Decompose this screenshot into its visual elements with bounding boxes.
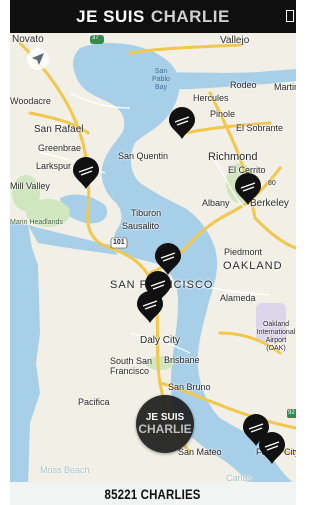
place-label: Martinez — [274, 82, 296, 92]
place-label: San Rafael — [34, 124, 84, 135]
place-label: Rodeo — [230, 80, 257, 90]
place-label: Mill Valley — [10, 181, 50, 191]
place-label: Vallejo — [220, 35, 250, 46]
place-label: Tiburon — [131, 208, 162, 218]
place-label: Richmond — [208, 151, 258, 163]
header-title-part2: CHARLIE — [150, 6, 230, 26]
route-label: 92 — [288, 410, 295, 416]
place-label: San Mateo — [178, 447, 222, 457]
place-label: El Sobrante — [236, 123, 284, 133]
place-label: Foster City — [256, 447, 296, 457]
place-label: San Pablo Bay — [152, 68, 170, 91]
route-label: 80 — [268, 180, 276, 187]
route-label: 101 — [113, 239, 125, 246]
place-label: San Quentin — [118, 151, 169, 161]
location-arrow-icon[interactable] — [26, 47, 50, 71]
charlies-count: 85221 CHARLIES — [104, 485, 202, 502]
place-label: Marin Headlands — [10, 219, 63, 226]
place-label: Novato — [12, 34, 44, 45]
header-title-part1: JE SUIS — [76, 6, 145, 26]
place-label: Alameda — [220, 293, 256, 303]
place-label: Sausalito — [122, 221, 160, 231]
place-label: Hercules — [193, 93, 229, 103]
app-screen: Novato Vallejo San Pablo Bay Hercules Ro… — [0, 0, 296, 505]
place-label: Greenbrae — [38, 143, 82, 153]
place-label: Pacifica — [78, 397, 110, 407]
place-label: Daly City — [140, 335, 181, 346]
place-label: South San Francisco — [110, 356, 153, 376]
place-label: OAKLAND — [223, 260, 283, 272]
place-label: Woodacre — [10, 96, 51, 106]
place-label: Larkspur — [36, 161, 72, 171]
place-label: Brisbane — [164, 355, 200, 365]
place-label: Piedmont — [224, 247, 263, 257]
place-label: SAN FRANCISCO — [110, 279, 214, 291]
place-label: Oakland International Airport (OAK) — [256, 321, 296, 352]
je-suis-charlie-button[interactable]: JE SUIS CHARLIE — [136, 395, 194, 453]
route-label: 37 — [92, 35, 99, 41]
place-label: Pinole — [210, 109, 236, 119]
app-header: JE SUIS CHARLIE — [10, 0, 296, 33]
place-label: San Bruno — [168, 382, 211, 392]
place-label: El Cerrito — [228, 165, 266, 175]
footer-counter: 85221 CHARLIES — [10, 482, 296, 505]
place-label: Albany — [202, 198, 230, 208]
place-label: Berkeley — [250, 198, 289, 209]
place-label: Moss Beach — [40, 465, 90, 475]
menu-icon[interactable] — [286, 10, 294, 22]
badge-line1: JE SUIS — [145, 411, 185, 423]
badge-line2: CHARLIE — [138, 421, 192, 436]
